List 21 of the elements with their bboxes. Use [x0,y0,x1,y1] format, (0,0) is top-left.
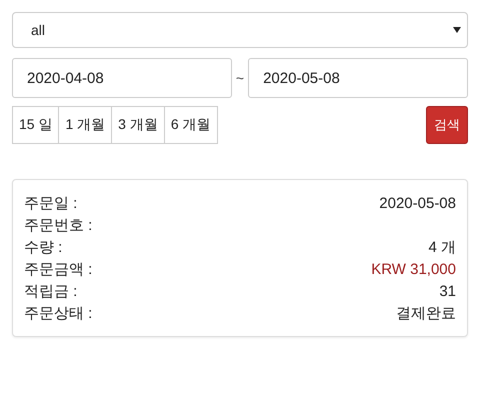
search-button[interactable]: 검색 [426,106,468,144]
field-label: 적립금 : [24,282,78,300]
dropdown-caret-icon [453,27,461,33]
filter-select[interactable]: all [12,12,468,48]
field-value: 2020-05-08 [379,194,456,212]
field-value: 4 개 [428,238,456,256]
date-separator: ~ [236,70,244,86]
field-value: 결제완료 [396,304,456,322]
field-label: 주문상태 : [24,304,92,322]
field-label: 주문일 : [24,194,78,212]
field-label: 수량 : [24,238,62,256]
start-date-field[interactable]: 2020-04-08 [12,58,232,98]
field-value: KRW 31,000 [371,260,456,278]
period-button[interactable]: 6 개월 [164,106,218,144]
field-value: 31 [439,282,456,300]
period-button[interactable]: 3 개월 [111,106,165,144]
field-label: 주문번호 : [24,216,92,234]
field-label: 주문금액 : [24,260,92,278]
period-button[interactable]: 15 일 [12,106,60,144]
end-date-field[interactable]: 2020-05-08 [248,58,468,98]
period-button[interactable]: 1 개월 [58,106,112,144]
